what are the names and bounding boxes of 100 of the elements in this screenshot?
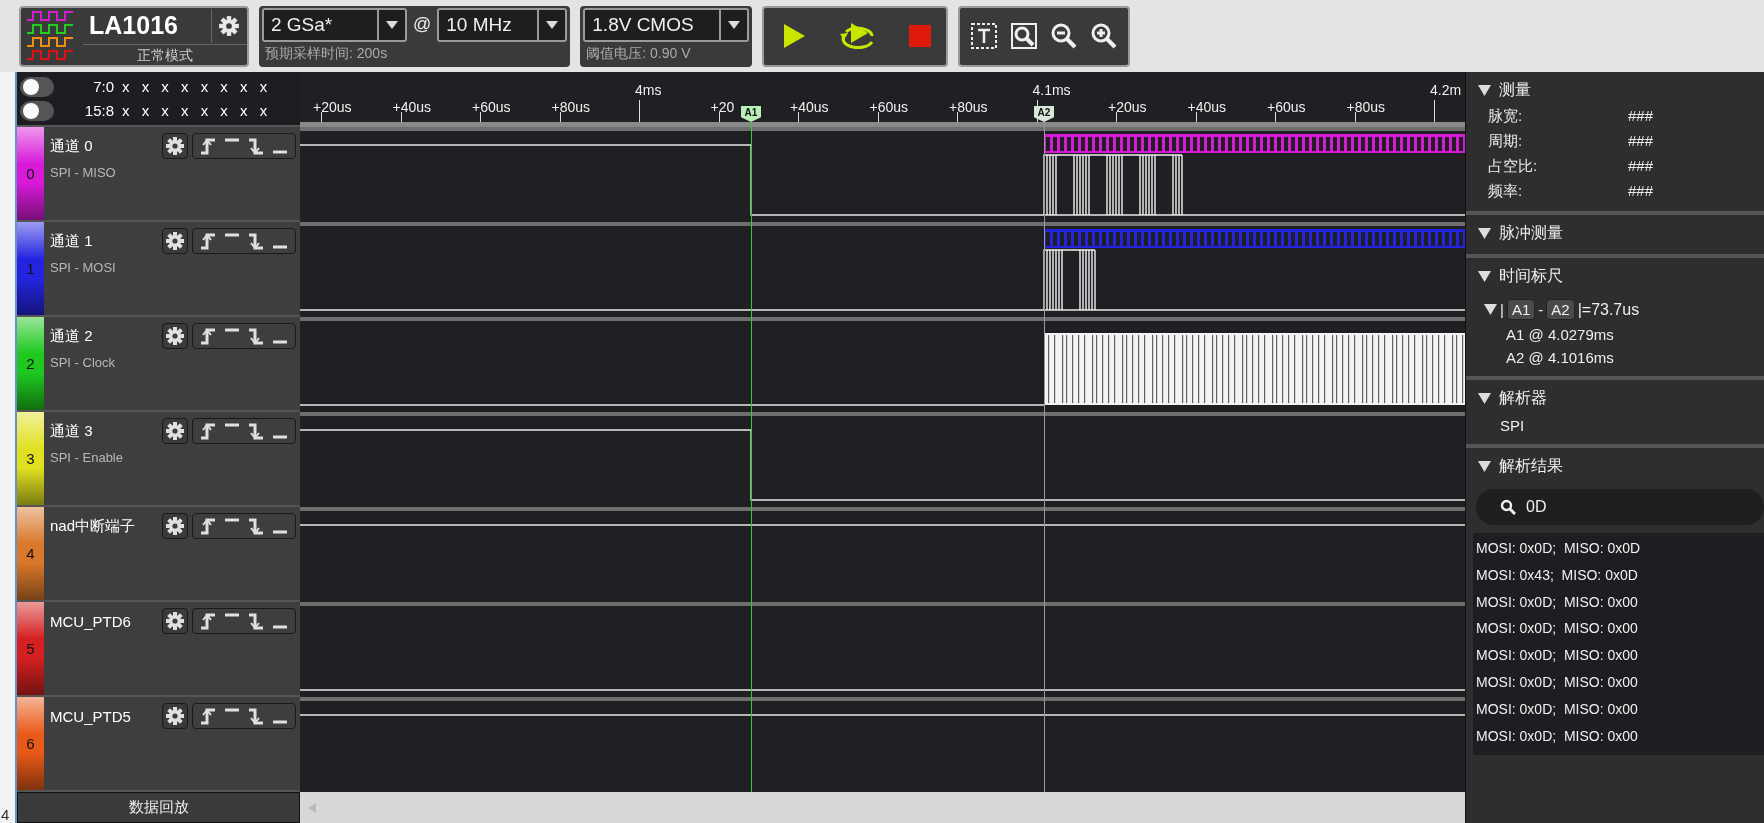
sample-rate-dropdown[interactable]: 2 GSa* — [262, 7, 407, 42]
search-field[interactable]: 0D — [1476, 489, 1764, 525]
falling-edge-icon[interactable] — [247, 517, 265, 535]
time-tick-label: +80us — [1346, 99, 1386, 115]
mode-label: 正常模式 — [83, 43, 247, 65]
measure-value: ### — [1628, 182, 1654, 201]
time-tick-label: +60us — [1267, 99, 1306, 115]
channel-number: 0 — [25, 165, 36, 182]
section-title: 时间标尺 — [1499, 266, 1563, 286]
result-row[interactable]: MOSI: 0x0D; MISO: 0x00 — [1476, 588, 1764, 616]
expand-triangle-icon[interactable] — [1478, 393, 1491, 404]
settings-icon[interactable] — [162, 608, 188, 634]
expand-triangle-icon[interactable] — [1484, 304, 1497, 315]
rising-edge-icon[interactable] — [199, 137, 217, 155]
time-tick-label: +80us — [949, 99, 988, 115]
rising-edge-icon[interactable] — [199, 422, 217, 440]
bar-symbol: | — [1500, 301, 1504, 318]
rising-edge-icon[interactable] — [199, 327, 217, 345]
toggle-switch[interactable] — [20, 76, 54, 97]
expand-triangle-icon[interactable] — [1478, 85, 1491, 96]
time-tick-label: +80us — [551, 99, 591, 115]
bit-values: x x x x x x x x — [122, 102, 268, 119]
zoom-out-icon[interactable] — [1050, 22, 1079, 50]
time-tick-label: +20 — [710, 99, 735, 115]
bit-range-label: 7:0 — [92, 78, 114, 95]
rising-edge-icon[interactable] — [199, 707, 217, 725]
channel-name: 通道 3 — [50, 421, 94, 441]
rising-edge-icon[interactable] — [199, 232, 217, 250]
falling-edge-icon[interactable] — [247, 327, 265, 345]
time-tick-label: +40us — [1187, 99, 1227, 115]
result-row[interactable]: MOSI: 0x0D; MISO: 0x00 — [1476, 615, 1764, 643]
search-icon — [1500, 499, 1516, 515]
expand-triangle-icon[interactable] — [1478, 228, 1491, 239]
channel-protocol: SPI - Clock — [50, 355, 116, 370]
decoder-item[interactable]: SPI — [1466, 417, 1764, 434]
text-cursor-icon[interactable] — [970, 22, 999, 50]
settings-icon[interactable] — [162, 513, 188, 539]
toggle-switch[interactable] — [20, 100, 54, 121]
zoom-fit-icon[interactable] — [1010, 22, 1039, 50]
result-row[interactable]: MOSI: 0x0D; MISO: 0x00 — [1476, 695, 1764, 723]
at-sign: @ — [413, 14, 432, 35]
channel-number: 6 — [25, 735, 36, 752]
falling-edge-icon[interactable] — [247, 612, 265, 630]
expand-triangle-icon[interactable] — [1478, 271, 1491, 282]
settings-icon[interactable] — [162, 323, 188, 349]
cursor-time: A2 @ 4.1016ms — [1505, 349, 1615, 366]
time-tick-label: +60us — [472, 99, 511, 115]
settings-icon[interactable] — [162, 418, 188, 444]
falling-edge-icon[interactable] — [247, 137, 265, 155]
settings-icon[interactable] — [162, 133, 188, 159]
zoom-in-icon[interactable] — [1090, 22, 1119, 50]
measure-label: 周期: — [1488, 132, 1524, 151]
expand-triangle-icon[interactable] — [1478, 461, 1491, 472]
frequency-dropdown[interactable]: 10 MHz — [437, 7, 568, 42]
falling-edge-icon[interactable] — [247, 232, 265, 250]
measure-value: ### — [1628, 157, 1654, 176]
dash-symbol: - — [1538, 301, 1544, 318]
interval-value: |=73.7us — [1577, 300, 1640, 319]
result-row[interactable]: MOSI: 0x0D; MISO: 0x0D — [1476, 535, 1764, 562]
channel-name: nad中断端子 — [50, 516, 137, 536]
result-row[interactable]: MOSI: 0x0D; MISO: 0x00 — [1476, 722, 1764, 750]
measure-label: 占空比: — [1488, 157, 1539, 176]
threshold-dropdown[interactable]: 1.8V CMOS — [583, 7, 750, 42]
time-tick-label: +40us — [790, 99, 829, 115]
settings-icon[interactable] — [162, 703, 188, 729]
rising-edge-icon[interactable] — [199, 517, 217, 535]
time-tick-label: +20us — [313, 99, 352, 115]
falling-edge-icon[interactable] — [247, 422, 265, 440]
result-row[interactable]: MOSI: 0x43; MISO: 0x0D — [1476, 561, 1764, 589]
time-tick-label: +60us — [869, 99, 909, 115]
falling-edge-icon[interactable] — [247, 707, 265, 725]
result-row[interactable]: MOSI: 0x0D; MISO: 0x00 — [1476, 642, 1764, 669]
bit-values: x x x x x x x x — [122, 78, 268, 95]
channel-number: 5 — [25, 640, 36, 657]
settings-icon[interactable] — [162, 228, 188, 254]
sample-time-label: 预期采样时间: 200s — [264, 44, 389, 63]
channel-number: 4 — [25, 545, 36, 562]
time-tick-label: 4.1ms — [1032, 82, 1071, 98]
channel-number: 3 — [25, 450, 36, 467]
channel-name: 通道 0 — [50, 136, 94, 156]
cursor-marker[interactable]: A1 — [741, 106, 761, 122]
measure-value: ### — [1628, 132, 1654, 151]
channel-name: 通道 1 — [50, 231, 94, 251]
cursor-chip: A2 — [1546, 299, 1575, 320]
replay-button[interactable]: 数据回放 — [17, 792, 300, 823]
horizontal-scrollbar[interactable] — [300, 792, 1465, 823]
time-tick-label: +40us — [392, 99, 432, 115]
cursor-marker[interactable]: A2 — [1034, 106, 1054, 122]
section-title: 解析器 — [1499, 388, 1547, 408]
cursor-chip: A1 — [1506, 299, 1536, 320]
time-tick-label: 4ms — [635, 82, 662, 98]
threshold-voltage-label: 阈值电压: 0.90 V — [585, 44, 692, 63]
channel-number: 1 — [25, 260, 36, 277]
channel-name: MCU_PTD6 — [50, 612, 132, 630]
measure-value: ### — [1628, 107, 1654, 126]
channel-number: 2 — [25, 355, 36, 372]
rising-edge-icon[interactable] — [199, 612, 217, 630]
result-row[interactable]: MOSI: 0x0D; MISO: 0x00 — [1476, 669, 1764, 696]
channel-name: 通道 2 — [50, 326, 94, 346]
channel-name: MCU_PTD5 — [50, 707, 132, 725]
